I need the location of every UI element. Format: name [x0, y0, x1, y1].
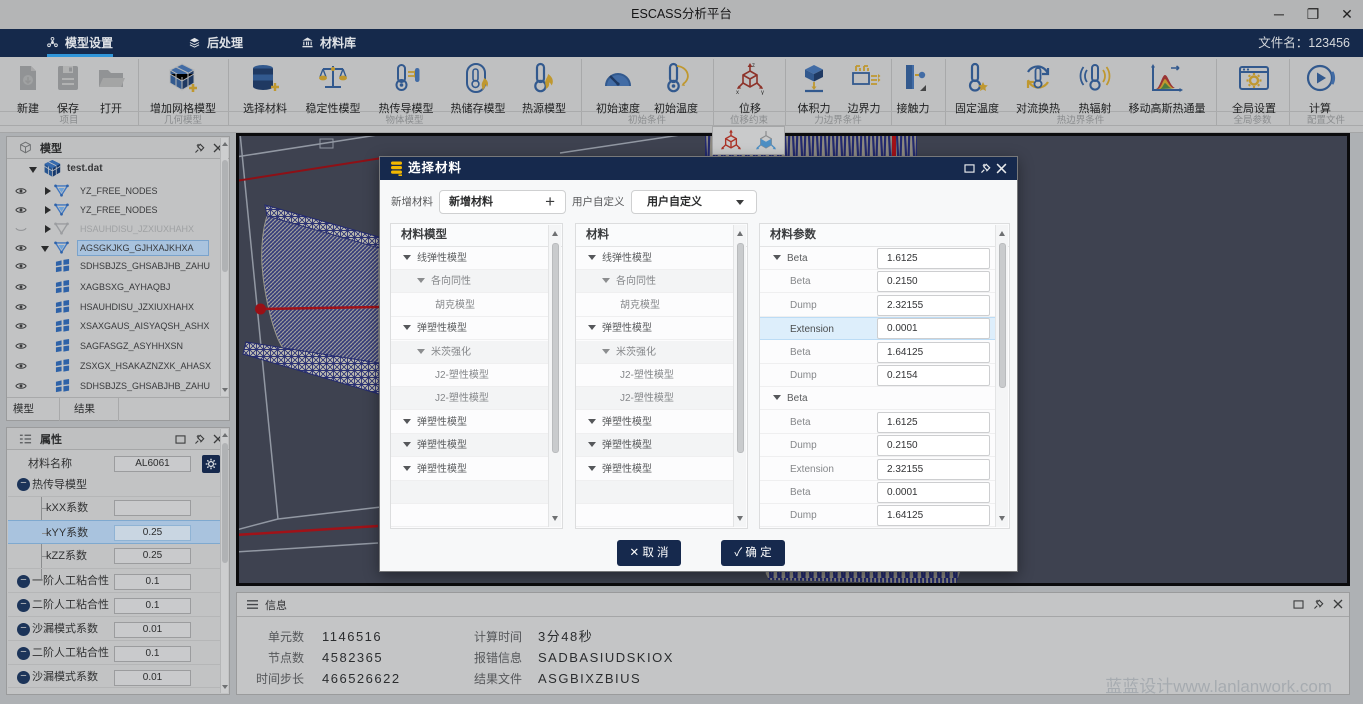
svg-text:x: x	[736, 90, 739, 95]
svg-text:y: y	[761, 90, 764, 95]
svg-text:z: z	[752, 63, 755, 69]
